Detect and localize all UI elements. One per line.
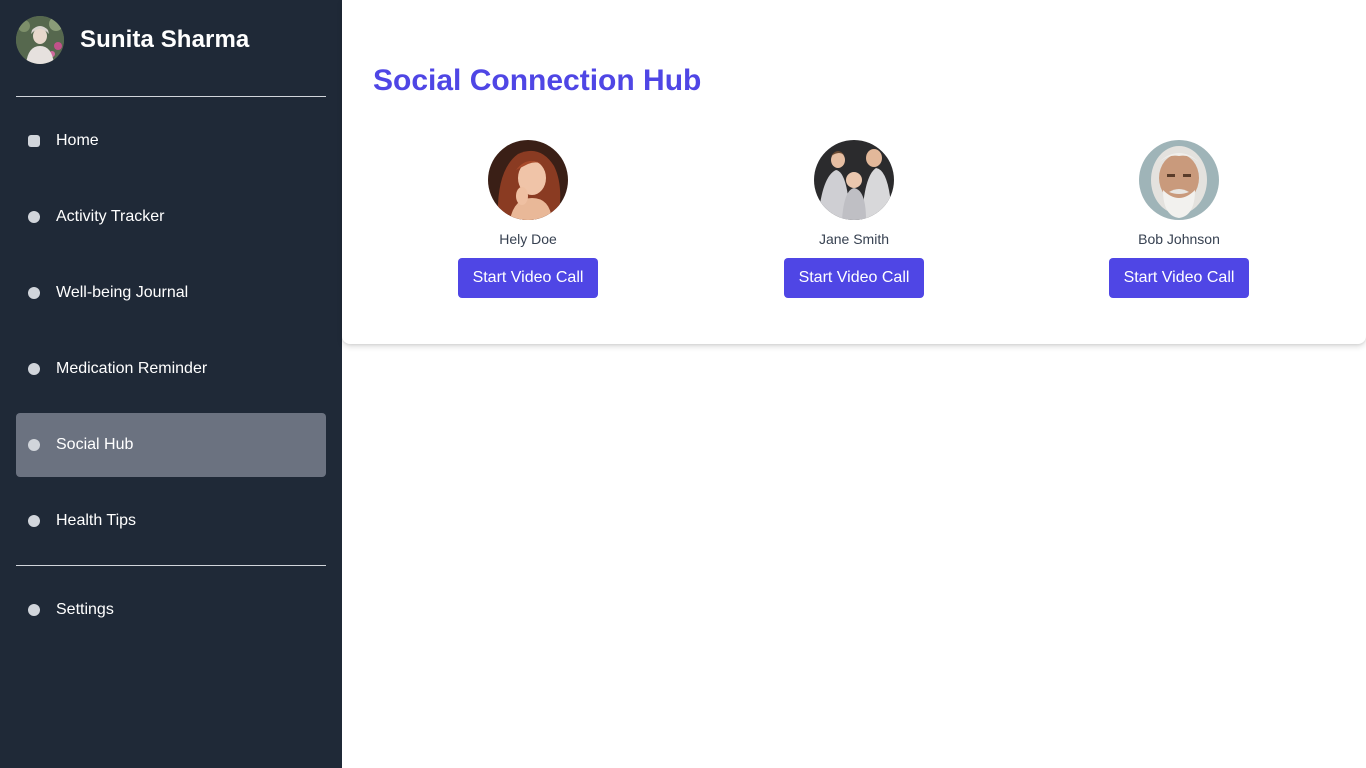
dot-icon (28, 135, 40, 147)
sidebar-item-well-being-journal[interactable]: Well-being Journal (16, 261, 326, 325)
page-title: Social Connection Hub (373, 64, 702, 97)
start-video-call-button[interactable]: Start Video Call (784, 258, 924, 298)
dot-icon (28, 287, 40, 299)
sidebar-item-label: Settings (56, 601, 114, 618)
sidebar-item-home[interactable]: Home (16, 109, 326, 173)
sidebar-item-label: Activity Tracker (56, 208, 165, 225)
start-video-call-button[interactable]: Start Video Call (1109, 258, 1249, 298)
sidebar-item-label: Health Tips (56, 512, 137, 529)
avatar-photo-icon (16, 16, 64, 64)
sidebar-item-social-hub[interactable]: Social Hub (16, 413, 326, 477)
profile-header: Sunita Sharma (16, 16, 249, 64)
main-content: Social Connection Hub Hely Doe Start Vid… (342, 0, 1366, 768)
contact-photo-icon (1139, 140, 1219, 220)
user-avatar[interactable] (16, 16, 64, 64)
sidebar-item-settings[interactable]: Settings (16, 578, 326, 642)
sidebar-divider (16, 96, 326, 97)
contact-card: Jane Smith Start Video Call (754, 140, 954, 298)
sidebar-item-medication-reminder[interactable]: Medication Reminder (16, 337, 326, 401)
dot-icon (28, 211, 40, 223)
start-video-call-button[interactable]: Start Video Call (458, 258, 598, 298)
contact-photo-icon (488, 140, 568, 220)
sidebar-item-label: Medication Reminder (56, 360, 208, 377)
sidebar-item-label: Home (56, 132, 99, 149)
dot-icon (28, 439, 40, 451)
sidebar-item-label: Social Hub (56, 436, 134, 453)
dot-icon (28, 604, 40, 616)
sidebar: Sunita Sharma Home Activity Tracker Well… (0, 0, 342, 768)
contact-photo-icon (814, 140, 894, 220)
sidebar-item-activity-tracker[interactable]: Activity Tracker (16, 185, 326, 249)
contact-name: Hely Doe (499, 231, 557, 247)
contact-avatar (814, 140, 894, 220)
dot-icon (28, 515, 40, 527)
sidebar-item-label: Well-being Journal (56, 284, 189, 301)
contact-card: Bob Johnson Start Video Call (1079, 140, 1279, 298)
contact-avatar (1139, 140, 1219, 220)
contact-name: Bob Johnson (1138, 231, 1220, 247)
dot-icon (28, 363, 40, 375)
sidebar-item-health-tips[interactable]: Health Tips (16, 489, 326, 553)
profile-name: Sunita Sharma (80, 26, 250, 53)
sidebar-divider (16, 565, 326, 566)
contact-card: Hely Doe Start Video Call (428, 140, 628, 298)
social-hub-card: Social Connection Hub Hely Doe Start Vid… (342, 0, 1366, 344)
contact-name: Jane Smith (818, 231, 890, 247)
contact-avatar (488, 140, 568, 220)
